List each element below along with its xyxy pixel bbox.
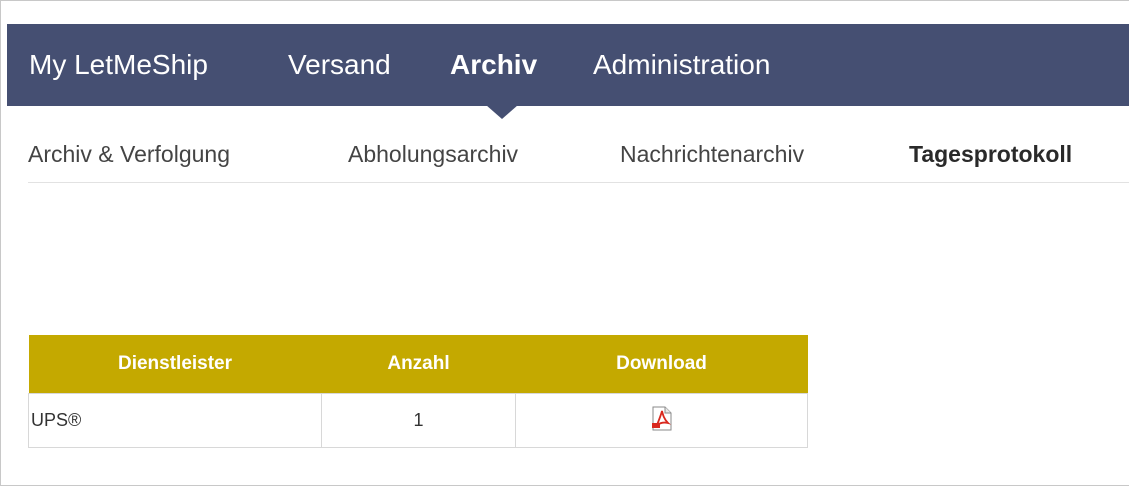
subnav-divider [28, 182, 1129, 183]
cell-download [515, 393, 808, 448]
page-frame: My LetMeShip Versand Archiv Administrati… [0, 0, 1129, 486]
nav-item-my-letmeship[interactable]: My LetMeShip [29, 24, 208, 106]
table-header-row: Dienstleister Anzahl Download [28, 335, 808, 394]
nav-item-archiv[interactable]: Archiv [450, 24, 537, 106]
cell-provider: UPS® [28, 393, 322, 448]
active-nav-pointer [486, 105, 518, 119]
subnav-item-abholungsarchiv[interactable]: Abholungsarchiv [348, 134, 518, 174]
subnav-item-archiv-verfolgung[interactable]: Archiv & Verfolgung [28, 134, 230, 174]
daily-protocol-table: Dienstleister Anzahl Download UPS® 1 [28, 335, 808, 448]
column-header-dienstleister: Dienstleister [28, 335, 322, 394]
pdf-icon[interactable] [651, 406, 673, 436]
cell-count: 1 [321, 393, 516, 448]
subnav-item-nachrichtenarchiv[interactable]: Nachrichtenarchiv [620, 134, 804, 174]
main-navigation: My LetMeShip Versand Archiv Administrati… [7, 24, 1129, 106]
column-header-download: Download [515, 335, 808, 394]
table-row: UPS® 1 [28, 393, 808, 448]
nav-item-administration[interactable]: Administration [593, 24, 770, 106]
column-header-anzahl: Anzahl [321, 335, 516, 394]
subnav-item-tagesprotokoll[interactable]: Tagesprotokoll [909, 134, 1072, 174]
nav-item-versand[interactable]: Versand [288, 24, 391, 106]
